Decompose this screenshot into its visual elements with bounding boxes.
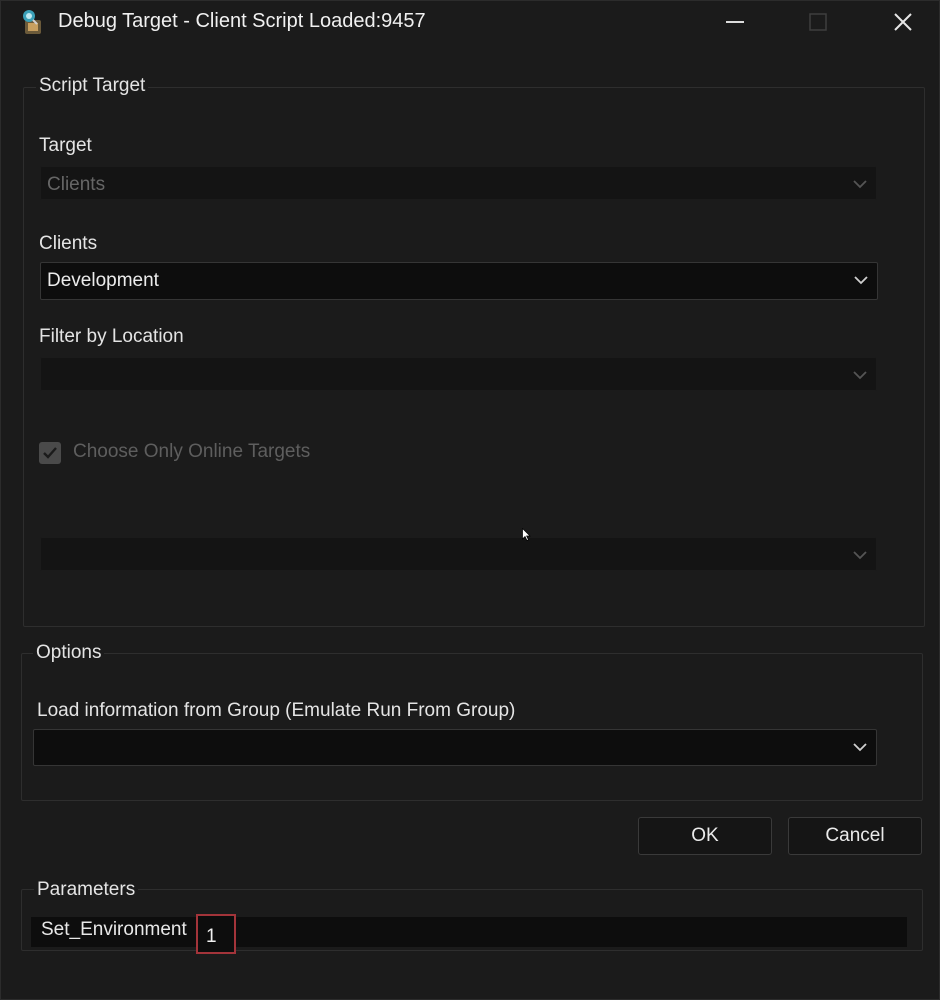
close-button[interactable] [886,7,920,37]
clients-label: Clients [39,233,98,254]
maximize-button[interactable] [801,7,835,37]
target-label: Target [39,135,92,156]
parameter-name: Set_Environment [41,919,187,940]
parameter-value-field[interactable]: 1 [196,914,236,954]
chevron-down-icon [853,743,867,752]
checkmark-icon [43,447,57,459]
close-icon [894,13,912,31]
window-title: Debug Target - Client Script Loaded:9457 [58,10,426,32]
target-list-select[interactable] [40,537,877,571]
mouse-cursor-icon [522,528,531,541]
online-only-checkbox[interactable] [39,442,61,464]
chevron-down-icon [853,180,867,189]
options-legend: Options [33,642,105,664]
chevron-down-icon [854,276,868,285]
target-select[interactable]: Clients [40,166,877,200]
options-group [21,653,923,801]
clients-select[interactable]: Development [40,262,878,300]
chevron-down-icon [853,371,867,380]
filter-location-select[interactable] [40,357,877,391]
maximize-icon [809,13,827,31]
load-group-label: Load information from Group (Emulate Run… [37,700,516,721]
minimize-button[interactable] [718,7,752,37]
clients-select-value: Development [47,270,159,291]
title-bar: Debug Target - Client Script Loaded:9457 [1,1,939,43]
chevron-down-icon [853,551,867,560]
ok-button[interactable]: OK [638,817,772,855]
debug-bug-icon [19,8,47,36]
minimize-icon [726,21,744,23]
script-target-legend: Script Target [36,75,149,97]
parameters-legend: Parameters [34,879,139,901]
load-group-select[interactable] [33,729,877,766]
filter-location-label: Filter by Location [39,326,184,347]
online-only-label: Choose Only Online Targets [73,441,311,462]
debug-target-dialog: Debug Target - Client Script Loaded:9457… [0,0,940,1000]
cancel-button[interactable]: Cancel [788,817,922,855]
target-select-value: Clients [47,174,106,195]
